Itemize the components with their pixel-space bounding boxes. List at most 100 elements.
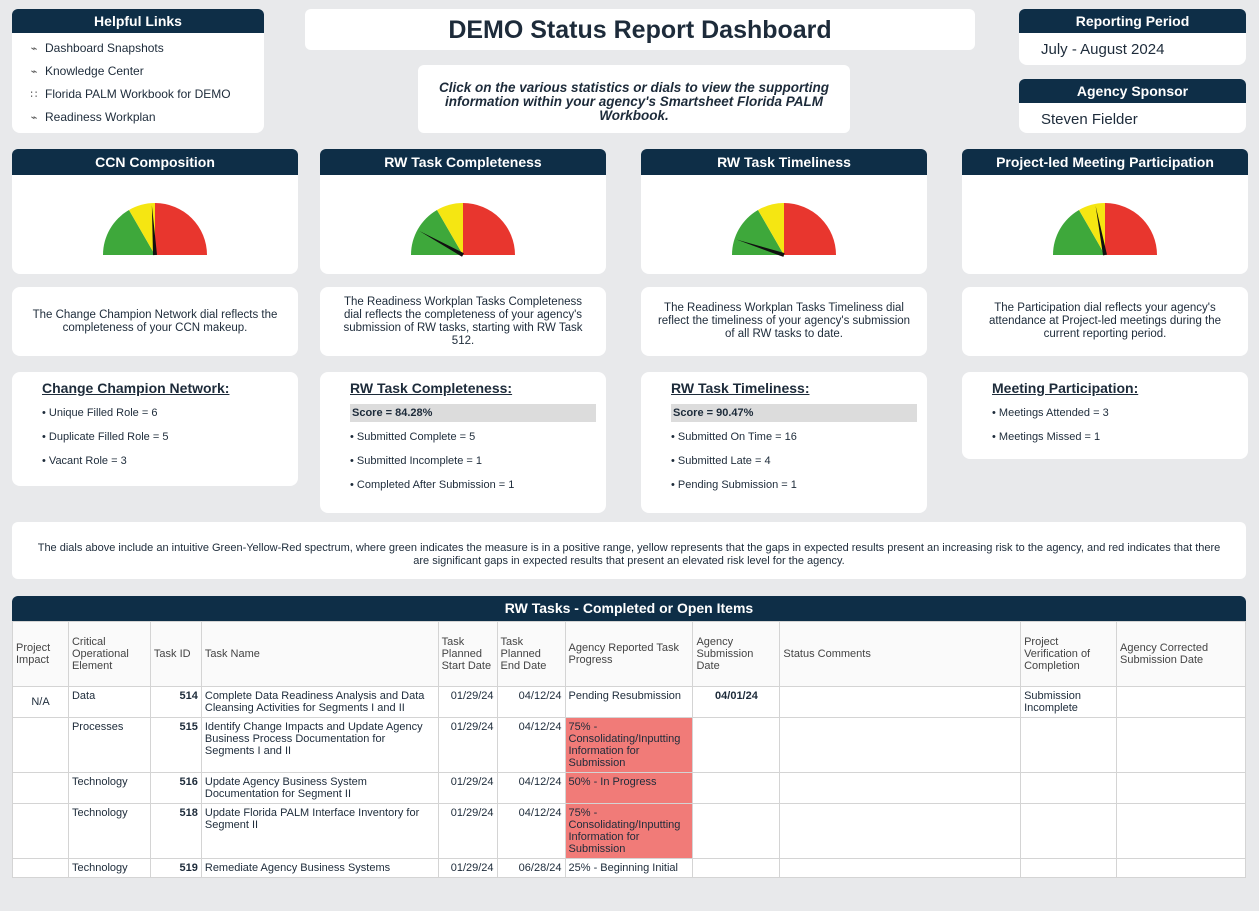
stat-title[interactable]: RW Task Timeliness: <box>671 380 927 396</box>
cell-end: 04/12/24 <box>496 686 566 718</box>
score-value: Score = 84.28% <box>350 404 596 422</box>
score-value: Score = 90.47% <box>671 404 917 422</box>
gauge-dial-2[interactable] <box>320 175 606 274</box>
column-header: Agency Corrected Submission Date <box>1116 621 1246 687</box>
cell-submitted: 04/01/24 <box>692 686 781 718</box>
table-header-row: Project Impact Critical Operational Eleme… <box>12 621 1246 687</box>
cell-name: Complete Data Readiness Analysis and Dat… <box>200 686 439 718</box>
column-header: Status Comments <box>779 621 1022 687</box>
dial-description-4: The Participation dial reflects your age… <box>962 287 1248 356</box>
stat-title[interactable]: Change Champion Network: <box>42 380 298 396</box>
cell-impact <box>12 717 69 773</box>
cell-start: 01/29/24 <box>437 717 498 773</box>
stat-item-text: Submitted Complete = 5 <box>356 431 476 443</box>
agency-sponsor-value: Steven Fielder <box>1041 111 1138 128</box>
dial-card-2[interactable] <box>320 175 606 274</box>
column-header: Agency Reported Task Progress <box>564 621 694 687</box>
dial-explanation-note: The dials above include an intuitive Gre… <box>12 522 1246 579</box>
cell-element: Technology <box>67 803 151 859</box>
table-row[interactable]: Technology 518 Update Florida PALM Interfa… <box>12 803 1246 859</box>
helpful-link-1[interactable]: ⌁ Dashboard Snapshots <box>28 37 264 60</box>
cell-verification <box>1020 803 1118 859</box>
dial-card-1[interactable] <box>12 175 298 274</box>
stat-item-text: Pending Submission = 1 <box>677 479 797 491</box>
gauge-dial-1[interactable] <box>12 175 298 274</box>
stat-title[interactable]: RW Task Completeness: <box>350 380 606 396</box>
stat-item[interactable]: • Submitted Incomplete = 1 <box>350 454 606 478</box>
cell-id: 515 <box>149 717 202 773</box>
cell-name: Update Florida PALM Interface Inventory … <box>200 803 439 859</box>
stat-item-text: Submitted On Time = 16 <box>677 431 797 443</box>
cell-verification <box>1020 772 1118 804</box>
reporting-period-label: Reporting Period <box>1019 9 1246 33</box>
stat-item[interactable]: • Submitted On Time = 16 <box>671 430 927 454</box>
table-row[interactable]: N/A Data 514 Complete Data Readiness Analys… <box>12 686 1246 718</box>
stat-item[interactable]: • Duplicate Filled Role = 5 <box>42 430 298 454</box>
stat-item[interactable]: • Submitted Complete = 5 <box>350 430 606 454</box>
helpful-links-panel: Helpful Links ⌁ Dashboard Snapshots ⌁ Knowl… <box>12 9 264 133</box>
link-icon: ⌁ <box>30 42 38 55</box>
stat-item[interactable]: • Meetings Attended = 3 <box>992 406 1248 430</box>
cell-impact: N/A <box>12 686 69 718</box>
helpful-link-label: Florida PALM Workbook for DEMO <box>45 87 231 101</box>
stat-item-text: Meetings Attended = 3 <box>998 407 1109 419</box>
tasks-table: Project Impact Critical Operational Eleme… <box>12 621 1246 878</box>
stat-card-3[interactable]: RW Task Timeliness: Score = 90.47% • Submi… <box>641 372 927 513</box>
stat-item[interactable]: • Vacant Role = 3 <box>42 454 298 478</box>
table-row[interactable]: Technology 516 Update Agency Business Syst… <box>12 772 1246 804</box>
cell-start: 01/29/24 <box>437 858 498 878</box>
link-icon: ⌁ <box>30 65 38 78</box>
cell-end: 04/12/24 <box>496 803 566 859</box>
stat-item-text: Unique Filled Role = 6 <box>48 407 158 419</box>
cell-element: Technology <box>67 858 151 878</box>
table-row[interactable]: Technology 519 Remediate Agency Business S… <box>12 858 1246 878</box>
dial-card-4[interactable] <box>962 175 1248 274</box>
reporting-period-value: July - August 2024 <box>1041 41 1165 58</box>
dial-description-2: The Readiness Workplan Tasks Completenes… <box>320 287 606 356</box>
page-title: DEMO Status Report Dashboard <box>305 9 975 50</box>
column-header: Project Impact <box>12 621 69 687</box>
gauge-dial-3[interactable] <box>641 175 927 274</box>
agency-sponsor-label: Agency Sponsor <box>1019 79 1246 103</box>
cell-impact <box>12 772 69 804</box>
link-icon: ⌁ <box>30 111 38 124</box>
workspace-icon: ∷ <box>30 88 38 101</box>
gauge-red-segment <box>155 203 207 255</box>
dial-title-3: RW Task Timeliness <box>641 149 927 175</box>
cell-id: 519 <box>149 858 202 878</box>
helpful-link-3[interactable]: ∷ Florida PALM Workbook for DEMO <box>28 83 264 106</box>
reporting-period-box: Reporting Period July - August 2024 <box>1019 9 1246 65</box>
helpful-link-2[interactable]: ⌁ Knowledge Center <box>28 60 264 83</box>
cell-corrected <box>1116 717 1246 773</box>
cell-element: Data <box>67 686 151 718</box>
stat-item[interactable]: • Pending Submission = 1 <box>671 478 927 502</box>
stat-card-1[interactable]: Change Champion Network: • Unique Filled … <box>12 372 298 486</box>
column-header: Critical Operational Element <box>67 621 151 687</box>
stat-item[interactable]: • Meetings Missed = 1 <box>992 430 1248 454</box>
helpful-link-4[interactable]: ⌁ Readiness Workplan <box>28 106 264 129</box>
cell-impact <box>12 803 69 859</box>
cell-start: 01/29/24 <box>437 686 498 718</box>
stat-item-text: Vacant Role = 3 <box>48 455 127 467</box>
stat-item[interactable]: • Completed After Submission = 1 <box>350 478 606 502</box>
gauge-dial-4[interactable] <box>962 175 1248 274</box>
dial-description-text: The Change Champion Network dial reflect… <box>32 308 278 334</box>
column-header: Task Name <box>200 621 439 687</box>
stat-item-text: Submitted Incomplete = 1 <box>356 455 482 467</box>
helpful-link-label: Knowledge Center <box>45 64 144 78</box>
dial-card-3[interactable] <box>641 175 927 274</box>
stat-card-4[interactable]: Meeting Participation: • Meetings Attende… <box>962 372 1248 459</box>
cell-verification: Submission Incomplete <box>1020 686 1118 718</box>
cell-corrected <box>1116 803 1246 859</box>
gauge-red-segment <box>463 203 515 255</box>
stat-item[interactable]: • Unique Filled Role = 6 <box>42 406 298 430</box>
stat-item[interactable]: • Submitted Late = 4 <box>671 454 927 478</box>
stat-card-2[interactable]: RW Task Completeness: Score = 84.28% • Sub… <box>320 372 606 513</box>
stat-item-text: Meetings Missed = 1 <box>998 431 1101 443</box>
cell-end: 06/28/24 <box>496 858 566 878</box>
cell-id: 514 <box>149 686 202 718</box>
cell-submitted <box>692 858 781 878</box>
table-row[interactable]: Processes 515 Identify Change Impacts and … <box>12 717 1246 773</box>
cell-comments <box>779 772 1022 804</box>
stat-title[interactable]: Meeting Participation: <box>992 380 1248 396</box>
